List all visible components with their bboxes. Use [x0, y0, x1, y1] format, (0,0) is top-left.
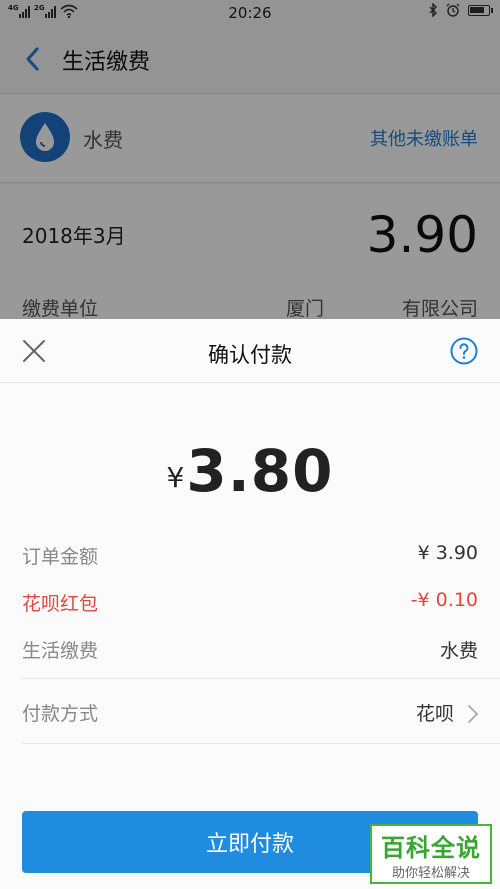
- order-amount-row: 订单金额 ¥ 3.90: [0, 532, 500, 578]
- pay-amount: ¥3.80: [0, 437, 500, 505]
- currency-symbol: ¥: [166, 461, 185, 494]
- chevron-right-icon: [468, 705, 479, 723]
- payment-method-value: 花呗: [415, 703, 454, 725]
- payment-method-row[interactable]: 付款方式 花呗: [0, 689, 500, 739]
- red-packet-label: 花呗红包: [22, 593, 99, 615]
- watermark-title: 百科全说: [381, 834, 481, 862]
- help-icon[interactable]: [450, 337, 478, 365]
- watermark-logo: 百科全说 助你轻松解决: [370, 824, 492, 884]
- payment-method-label: 付款方式: [22, 703, 99, 725]
- service-value: 水费: [439, 640, 478, 662]
- divider: [22, 678, 500, 679]
- sheet-title: 确认付款: [208, 343, 292, 367]
- sheet-header: 确认付款: [0, 319, 500, 383]
- order-amount-label: 订单金额: [22, 546, 99, 568]
- watermark-subtitle: 助你轻松解决: [391, 866, 470, 881]
- service-row: 生活缴费 水费: [0, 626, 500, 672]
- divider: [22, 743, 500, 744]
- red-packet-value: -¥ 0.10: [410, 589, 478, 611]
- red-packet-row: 花呗红包 -¥ 0.10: [0, 579, 500, 625]
- order-amount-value: ¥ 3.90: [417, 542, 478, 564]
- pay-amount-value: 3.80: [186, 437, 334, 505]
- service-label: 生活缴费: [22, 640, 99, 662]
- confirm-payment-sheet: 确认付款 ¥3.80 订单金额 ¥ 3.90 花呗红包 -¥ 0.10 生活缴费…: [0, 319, 500, 889]
